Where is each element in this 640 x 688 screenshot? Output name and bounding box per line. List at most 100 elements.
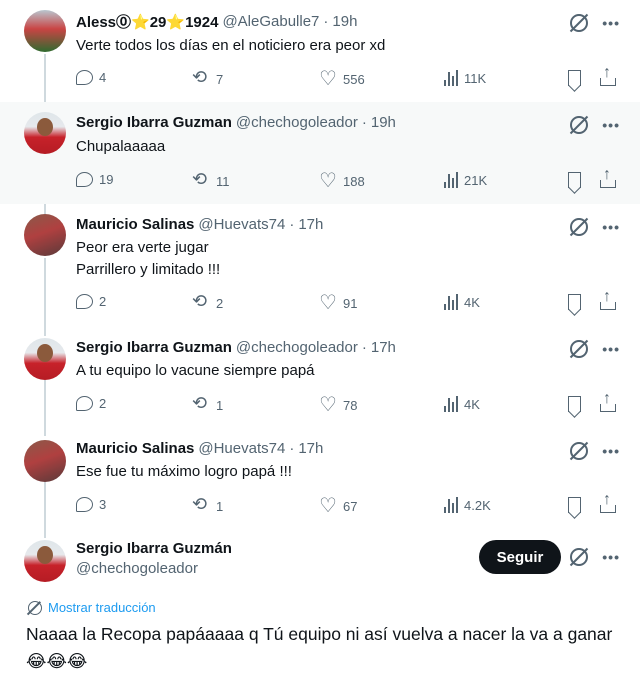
show-translation-label: Mostrar traducción [48,600,156,615]
grok-icon[interactable] [570,116,589,134]
views-count: 21K [464,172,488,188]
share-icon [600,64,616,86]
tweet[interactable]: Sergio Ibarra Guzman @chechogoleador · 1… [0,102,640,204]
like-count: 188 [343,173,365,189]
share-button[interactable] [600,390,616,412]
bookmark-button[interactable] [568,396,581,412]
reply-button[interactable]: 2 [76,294,106,309]
timestamp[interactable]: 19h [332,13,357,30]
bookmark-icon [568,497,581,513]
action-bar: 2 1 78 4K [76,390,621,417]
follow-button[interactable]: Seguir [479,540,561,574]
avatar[interactable] [24,112,66,154]
share-button[interactable] [600,166,616,188]
more-icon[interactable]: ••• [602,15,620,31]
avatar[interactable] [24,440,66,482]
repost-icon [192,393,210,414]
grok-icon[interactable] [570,218,589,236]
repost-button[interactable]: 7 [192,67,223,88]
bookmark-icon [568,70,581,86]
grok-icon[interactable] [570,442,589,460]
repost-button[interactable]: 2 [192,291,223,312]
like-count: 78 [343,397,358,413]
views-button[interactable]: 4K [444,396,480,412]
author-name[interactable]: Aless⓪⭐29⭐1924 [76,11,218,32]
share-button[interactable] [600,288,616,310]
like-icon [319,168,337,193]
like-button[interactable]: 556 [319,66,365,91]
more-icon[interactable]: ••• [602,341,620,357]
author-handle[interactable]: @chechogoleador [76,560,232,577]
tweet-text: Ese fue tu máximo logro papá !!! [76,461,292,483]
tweet[interactable]: Sergio Ibarra Guzman @chechogoleador · 1… [0,330,640,432]
tweet-text-line: Verte todos los días en el noticiero era… [76,37,386,54]
bookmark-button[interactable] [568,497,581,513]
author-name[interactable]: Sergio Ibarra Guzman [76,114,232,131]
views-count: 4K [464,396,480,412]
author-name[interactable]: Sergio Ibarra Guzmán [76,540,232,557]
repost-button[interactable]: 11 [192,169,230,190]
grok-icon[interactable] [570,14,589,32]
reply-button[interactable]: 3 [76,497,106,512]
tweet[interactable]: Aless⓪⭐29⭐1924 @AleGabulle7 · 19h ••• Ve… [0,0,640,102]
share-button[interactable] [600,491,616,513]
bookmark-icon [568,396,581,412]
reply-icon [76,497,93,512]
timestamp[interactable]: 19h [371,114,396,131]
timestamp[interactable]: 17h [298,216,323,233]
share-icon [600,390,616,412]
views-button[interactable]: 4K [444,294,480,310]
avatar[interactable] [24,338,66,380]
views-button[interactable]: 11K [444,70,486,86]
grok-icon[interactable] [570,548,589,566]
grok-icon[interactable] [570,340,589,358]
bookmark-button[interactable] [568,294,581,310]
reply-count: 4 [99,70,107,85]
tweet-text-line: Peor era verte jugar [76,239,209,256]
views-icon [444,497,458,513]
author-name[interactable]: Mauricio Salinas [76,216,194,233]
author-handle[interactable]: @chechogoleador [236,339,358,356]
tweet[interactable]: Mauricio Salinas @Huevats74 · 17h ••• Pe… [0,204,640,330]
repost-count: 1 [216,498,224,514]
like-button[interactable]: 91 [319,290,357,315]
avatar[interactable] [24,540,66,582]
tweet[interactable]: Mauricio Salinas @Huevats74 · 17h ••• Es… [0,432,640,534]
author-handle[interactable]: @AleGabulle7 [222,13,319,30]
reply-button[interactable]: 19 [76,172,113,187]
author-name[interactable]: Mauricio Salinas [76,440,194,457]
views-button[interactable]: 4.2K [444,497,491,513]
like-button[interactable]: 67 [319,493,357,518]
author-handle[interactable]: @Huevats74 [198,216,285,233]
reply-icon [76,396,93,411]
separator: · [323,13,329,30]
like-button[interactable]: 78 [319,392,358,417]
translate-icon [28,600,42,615]
repost-button[interactable]: 1 [192,393,223,414]
author-name[interactable]: Sergio Ibarra Guzman [76,339,232,356]
reply-button[interactable]: 2 [76,396,106,411]
author-handle[interactable]: @Huevats74 [198,440,285,457]
more-icon[interactable]: ••• [602,219,620,235]
more-icon[interactable]: ••• [602,443,620,459]
share-icon [600,288,616,310]
views-count: 4.2K [464,497,491,513]
like-button[interactable]: 188 [319,168,365,193]
timestamp[interactable]: 17h [371,339,396,356]
reply-button[interactable]: 4 [76,70,106,85]
timestamp[interactable]: 17h [298,440,323,457]
author-handle[interactable]: @chechogoleador [236,114,358,131]
bookmark-button[interactable] [568,172,581,188]
like-count: 556 [343,71,365,87]
more-icon[interactable]: ••• [602,117,620,133]
share-icon [600,166,616,188]
bookmark-button[interactable] [568,70,581,86]
more-icon[interactable]: ••• [602,549,620,565]
share-button[interactable] [600,64,616,86]
show-translation-link[interactable]: Mostrar traducción [28,600,156,615]
avatar[interactable] [24,10,66,52]
avatar[interactable] [24,214,66,256]
views-button[interactable]: 21K [444,172,487,188]
repost-button[interactable]: 1 [192,494,224,515]
like-icon [319,493,337,518]
